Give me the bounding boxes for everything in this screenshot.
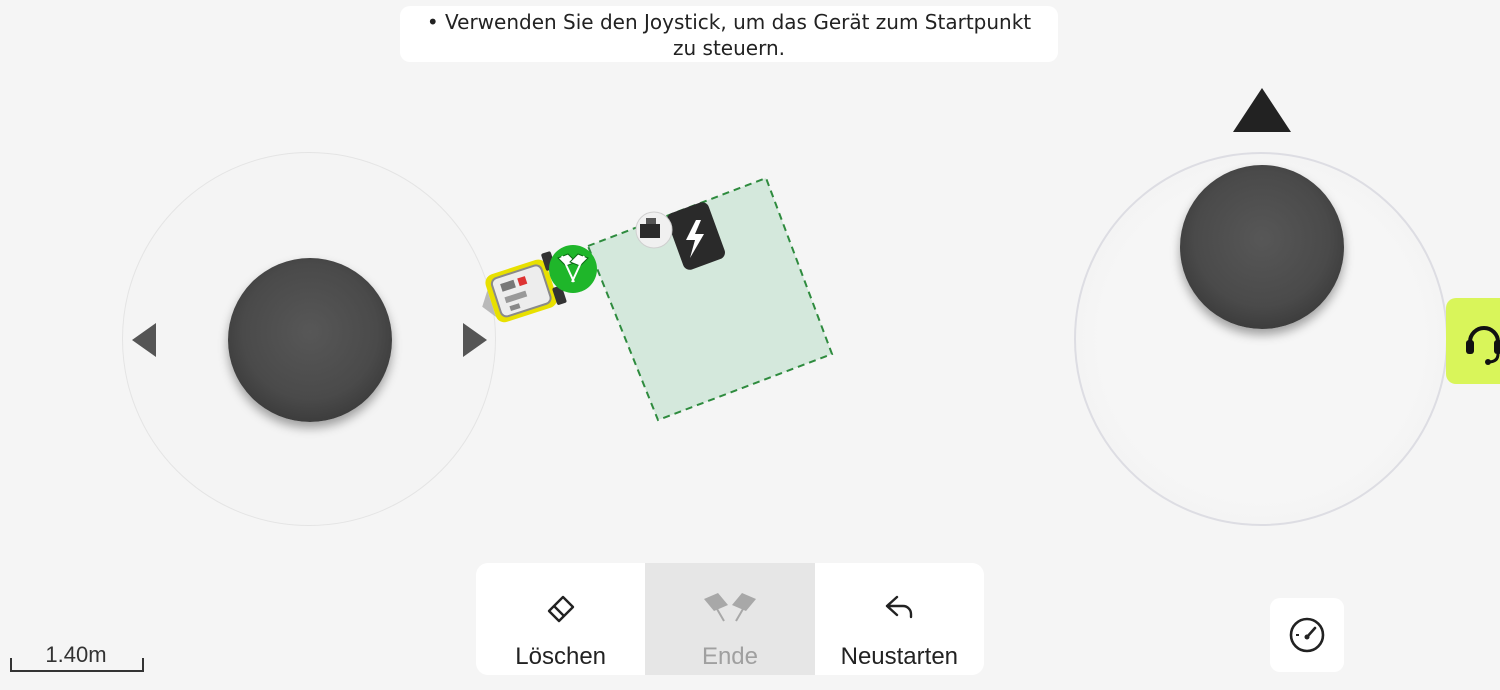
end-button[interactable]: Ende (645, 563, 815, 675)
headset-icon (1466, 326, 1500, 365)
end-label: Ende (701, 643, 759, 670)
instruction-banner: • Verwenden Sie den Joystick, um das Ger… (400, 6, 1058, 62)
map-scale: 1.40m (10, 642, 144, 672)
delete-button[interactable]: Löschen (476, 563, 645, 675)
support-button[interactable] (1446, 298, 1500, 384)
right-joystick-knob[interactable] (1180, 165, 1344, 329)
triangle-left-icon (132, 323, 156, 357)
undo-arrow-icon (886, 595, 913, 619)
map-canvas (482, 176, 834, 422)
checkered-flags-icon (549, 245, 597, 293)
triangle-up-icon (1233, 88, 1291, 132)
delete-label: Löschen (515, 643, 607, 670)
bottom-toolbar: Löschen Ende Neustarten (476, 563, 984, 675)
restart-button[interactable]: Neustarten (815, 563, 984, 675)
speedometer-icon (1289, 617, 1325, 653)
left-joystick-knob[interactable] (228, 258, 392, 422)
checkered-flags-icon (703, 593, 756, 622)
restart-label: Neustarten (840, 643, 959, 670)
scale-bar (10, 658, 144, 672)
eraser-icon (547, 595, 574, 623)
instruction-line-2: zu steuern. (673, 36, 785, 60)
speed-button[interactable] (1270, 598, 1344, 672)
instruction-line-1: • Verwenden Sie den Joystick, um das Ger… (426, 10, 1032, 34)
